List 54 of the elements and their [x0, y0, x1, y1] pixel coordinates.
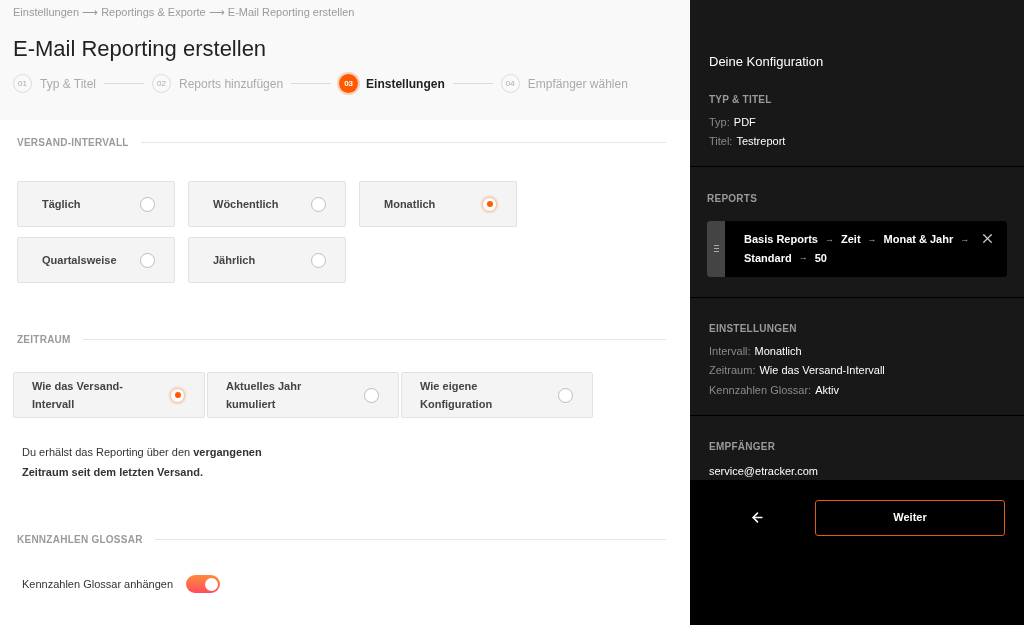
- toggle-switch[interactable]: [186, 575, 221, 593]
- interval-option[interactable]: Wöchentlich: [188, 181, 346, 227]
- summary-value: Testreport: [736, 134, 786, 149]
- summary-label: Intervall:: [709, 343, 751, 359]
- period-option[interactable]: Wie eigene Konfiguration: [401, 372, 593, 418]
- arrow-separator: →: [825, 232, 834, 246]
- section-heading: KENNZAHLEN GLOSSAR: [17, 533, 143, 547]
- radio-button[interactable]: [311, 252, 326, 268]
- drag-handle-icon: [713, 245, 719, 252]
- radio-button[interactable]: [140, 196, 155, 212]
- summary-label: Typ:: [709, 114, 730, 130]
- step-number: 03: [339, 74, 359, 93]
- period-option[interactable]: Aktuelles Jahr kumuliert: [207, 372, 399, 418]
- summary-label: Titel:: [709, 134, 733, 149]
- radio-button[interactable]: [140, 252, 155, 268]
- report-path-item: Standard: [744, 250, 792, 266]
- radio-button[interactable]: [482, 196, 497, 212]
- interval-option[interactable]: Täglich: [17, 181, 175, 227]
- radio-button[interactable]: [558, 387, 573, 403]
- summary-value: Monatlich: [754, 343, 802, 359]
- arrow-separator: →: [960, 232, 970, 246]
- summary-label: Kennzahlen Glossar:: [709, 382, 812, 398]
- section-heading: VERSAND-INTERVALL: [17, 136, 129, 150]
- radio-button[interactable]: [170, 387, 185, 403]
- toggle-label: Kennzahlen Glossar anhängen: [22, 576, 174, 592]
- period-option[interactable]: Wie das Versand-Intervall: [13, 372, 205, 418]
- report-path-item: 50: [814, 250, 827, 266]
- report-path-item: Zeit: [841, 232, 861, 247]
- breadcrumb: Einstellungen ⟶ Reportings & Exporte ⟶ E-Mail Reporting erstellen: [13, 5, 356, 20]
- period-description: Du erhälst das Reporting über den vergangenen Zeitraum seit dem letzten Versand.: [22, 445, 263, 480]
- interval-option[interactable]: Quartalsweise: [17, 237, 175, 283]
- radio-button[interactable]: [311, 196, 326, 212]
- summary-value: PDF: [733, 114, 756, 130]
- step-tab[interactable]: 03 Einstellungen: [339, 74, 445, 93]
- summary-value: Wie das Versand-Intervall: [759, 363, 885, 378]
- summary-heading: TYP & TITEL: [709, 93, 772, 105]
- radio-button[interactable]: [364, 387, 379, 403]
- section-heading: ZEITRAUM: [17, 333, 71, 347]
- next-button[interactable]: Weiter: [815, 499, 1005, 536]
- panel-title: Deine Konfiguration: [709, 53, 825, 71]
- interval-option[interactable]: Jährlich: [188, 237, 346, 283]
- summary-value: Aktiv: [815, 382, 839, 398]
- report-path-item: Monat & Jahr: [883, 232, 954, 247]
- recipient-email: service@etracker.com: [709, 464, 819, 479]
- interval-option[interactable]: Monatlich: [359, 181, 517, 227]
- summary-heading: EMPFÄNGER: [709, 441, 776, 452]
- arrow-separator: →: [798, 251, 808, 264]
- report-path-item: Basis Reports: [744, 232, 818, 247]
- summary-label: Zeitraum:: [709, 363, 756, 378]
- page-title: E-Mail Reporting erstellen: [13, 34, 268, 62]
- drag-handle[interactable]: [707, 220, 725, 277]
- arrow-separator: →: [867, 232, 877, 246]
- summary-heading: EINSTELLUNGEN: [709, 322, 797, 334]
- summary-heading: REPORTS: [707, 192, 758, 204]
